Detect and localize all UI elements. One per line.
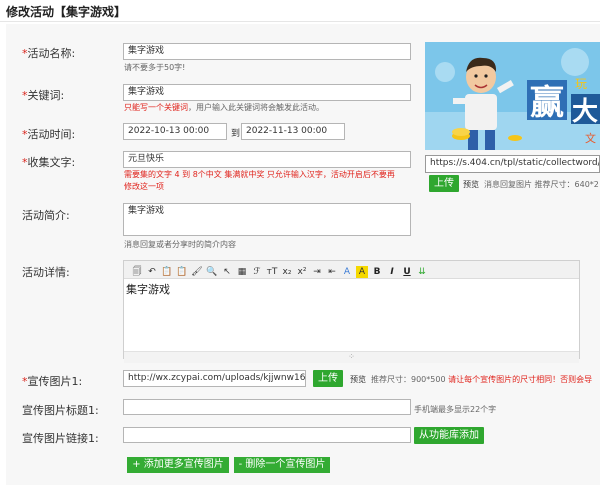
activity-name-input[interactable]: 集字游戏 [123, 43, 411, 60]
editor-toolbar-button-13[interactable]: ⇤ [326, 266, 338, 278]
promo-image-label-text: 宣传图片1: [27, 375, 83, 388]
promo-title-hint: 手机端最多显示22个字 [414, 405, 497, 414]
activity-name-hint: 请不要多于50字! [124, 63, 186, 72]
editor-toolbar-button-6[interactable]: ↖ [221, 266, 233, 278]
editor-toolbar-button-3[interactable]: 📋 [176, 266, 188, 278]
banner-char-1: 赢 [530, 83, 564, 123]
page-title: 修改活动【集字游戏】 [6, 5, 127, 19]
activity-name-label: *活动名称: [22, 45, 75, 61]
promo-image-url-input[interactable]: http://wx.zcypai.com/uploads/kjjwnw16203 [123, 370, 306, 387]
editor-toolbar-button-15[interactable]: A [356, 266, 368, 278]
keyword-input[interactable]: 集字游戏 [123, 84, 411, 101]
editor-toolbar-button-0[interactable]: 🗐 [131, 266, 143, 278]
delete-promo-image-button[interactable]: - 删除一个宣传图片 [234, 457, 330, 473]
cover-illustration: 赢 玩 大 文 [425, 42, 600, 150]
promo-link-input[interactable] [123, 427, 411, 443]
cover-preview-link[interactable]: 预览 [463, 179, 479, 190]
banner-char-2: 玩 [575, 77, 587, 91]
activity-name-label-text: 活动名称: [27, 47, 76, 60]
title-divider [0, 21, 600, 22]
activity-time-label-text: 活动时间: [27, 128, 76, 141]
editor-toolbar-button-18[interactable]: U [401, 266, 413, 278]
banner-char-4: 文 [585, 131, 596, 145]
editor-content[interactable]: 集字游戏 [124, 279, 579, 351]
promo-image-size-hint: 推荐尺寸：900*500 请让每个宣传图片的尺寸相同！否则会导 [371, 374, 592, 385]
editor-toolbar-button-8[interactable]: ℱ [251, 266, 263, 278]
cover-image-preview: 赢 玩 大 文 [425, 42, 600, 150]
keyword-label-text: 关键词: [27, 89, 65, 102]
editor-resize-handle[interactable]: ⁘ [124, 351, 579, 363]
editor-toolbar-button-4[interactable]: 🖌 [191, 266, 203, 278]
intro-textarea[interactable]: 集字游戏 [123, 203, 411, 236]
banner-char-3: 大 [572, 97, 598, 127]
promo-title-label: 宣传图片标题1: [22, 404, 99, 417]
time-separator: 到 [231, 129, 241, 139]
editor-toolbar-button-10[interactable]: x₂ [281, 266, 293, 278]
keyword-hint-text: ，用户输入此关键词将会触发此活动。 [188, 103, 324, 112]
cover-upload-button[interactable]: 上传 [429, 175, 459, 192]
editor-toolbar-button-19[interactable]: ⇊ [416, 266, 428, 278]
editor-toolbar-button-2[interactable]: 📋 [161, 266, 173, 278]
editor-toolbar-button-7[interactable]: ▦ [236, 266, 248, 278]
detail-label: 活动详情: [22, 266, 70, 279]
keyword-label: *关键词: [22, 87, 64, 103]
keyword-hint: 只能写一个关键词，用户输入此关键词将会触发此活动。 [124, 102, 324, 113]
keyword-hint-red: 只能写一个关键词 [124, 103, 188, 112]
cover-url-input[interactable]: https://s.404.cn/tpl/static/collectword/… [425, 155, 600, 173]
editor-toolbar-button-17[interactable]: I [386, 266, 398, 278]
collect-text-hint-line2: 修改这一项 [124, 182, 164, 191]
promo-image-preview-link[interactable]: 预览 [350, 374, 366, 385]
activity-time-label: *活动时间: [22, 126, 75, 142]
cover-size-hint: 消息回复图片 推荐尺寸：640*2 [484, 180, 599, 189]
promo-size-warning: 请让每个宣传图片的尺寸相同！否则会导 [448, 375, 593, 384]
collect-text-label-text: 收集文字: [27, 156, 76, 169]
promo-title-input[interactable] [123, 399, 411, 415]
collect-text-hint-line1: 需要集的文字 4 到 8个中文 集满就中奖 只允许输入汉字，活动开启后不要再 [124, 170, 395, 179]
promo-link-label: 宣传图片链接1: [22, 432, 99, 445]
editor-toolbar-button-16[interactable]: B [371, 266, 383, 278]
editor-toolbar-button-1[interactable]: ↶ [146, 266, 158, 278]
editor-toolbar-button-11[interactable]: x² [296, 266, 308, 278]
promo-image-label: *宣传图片1: [22, 373, 82, 389]
intro-label: 活动简介: [22, 209, 70, 222]
editor-toolbar-button-12[interactable]: ⇥ [311, 266, 323, 278]
promo-image-upload-button[interactable]: 上传 [313, 370, 343, 387]
editor-toolbar-button-5[interactable]: 🔍 [206, 266, 218, 278]
rich-text-editor[interactable]: 🗐 ↶ 📋 📋 🖌 🔍 ↖ ▦ ℱᴛT x₂ x² ⇥ ⇤ A A B I U ⇊ 集字游戏 ⁘ [123, 260, 580, 363]
editor-toolbar-button-14[interactable]: A [341, 266, 353, 278]
editor-toolbar: 🗐 ↶ 📋 📋 🖌 🔍 ↖ ▦ ℱᴛT x₂ x² ⇥ ⇤ A A B I U ⇊ [124, 261, 579, 279]
add-from-library-button[interactable]: 从功能库添加 [414, 427, 484, 444]
collect-text-label: *收集文字: [22, 154, 75, 170]
intro-hint: 消息回复或者分享时的简介内容 [124, 240, 236, 249]
promo-size-text: 推荐尺寸：900*500 [371, 375, 446, 384]
start-time-input[interactable]: 2022-10-13 00:00 [123, 123, 227, 140]
collect-text-input[interactable]: 元旦快乐 [123, 151, 411, 168]
end-time-input[interactable]: 2022-11-13 00:00 [241, 123, 345, 140]
add-more-promo-images-button[interactable]: + 添加更多宣传图片 [127, 457, 229, 473]
editor-toolbar-button-9[interactable]: ᴛT [266, 266, 278, 278]
